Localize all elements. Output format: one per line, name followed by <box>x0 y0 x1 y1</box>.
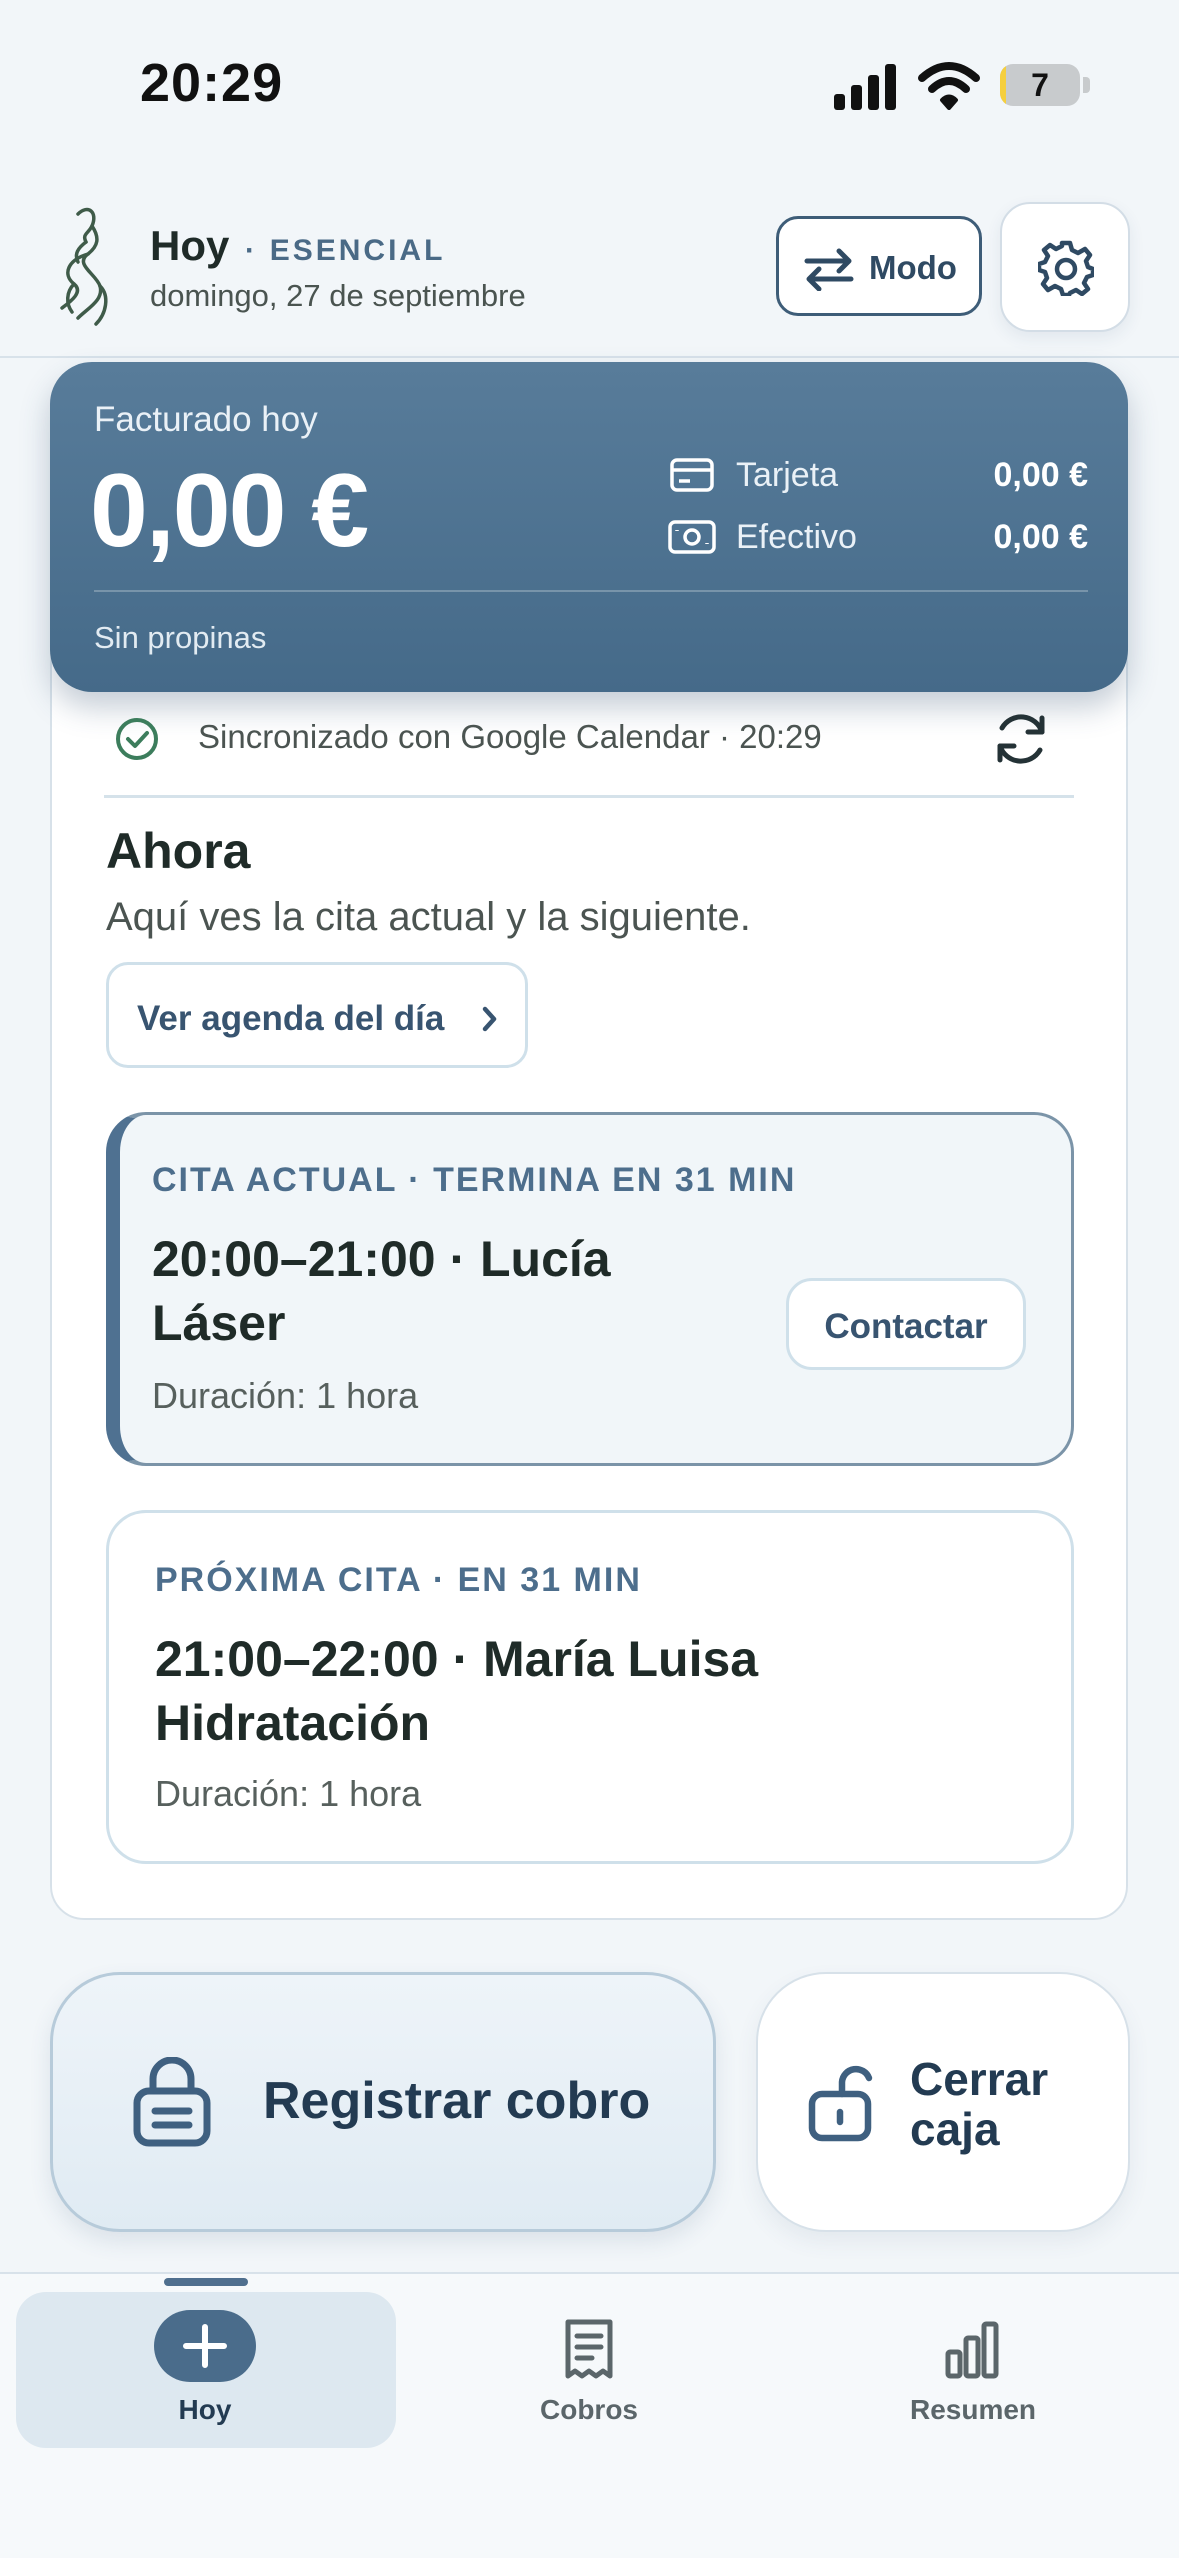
mode-button[interactable]: Modo <box>776 216 982 316</box>
register-payment-button[interactable]: Registrar cobro <box>50 1972 716 2232</box>
close-register-button[interactable]: Cerrar caja <box>756 1972 1130 2232</box>
check-circle-icon <box>116 718 158 760</box>
mode-button-label: Modo <box>869 249 957 286</box>
now-section-title: Ahora <box>106 823 251 879</box>
cash-label: Efectivo <box>736 518 857 556</box>
card-label: Tarjeta <box>736 456 839 494</box>
plan-badge: ESENCIAL <box>269 234 446 267</box>
tab-label-resumen[interactable]: Resumen <box>873 2394 1073 2426</box>
current-appointment-time-client: 20:00–21:00 · Lucía <box>152 1231 611 1287</box>
card-value: 0,00 € <box>993 456 1088 494</box>
cash-icon <box>668 520 716 554</box>
refresh-icon[interactable] <box>990 710 1052 768</box>
current-appointment-duration: Duración: 1 hora <box>152 1375 419 1416</box>
current-appointment-service: Láser <box>152 1295 286 1351</box>
next-appointment-time-client: 21:00–22:00 · María Luisa <box>155 1631 759 1687</box>
earnings-card: Facturado hoy 0,00 € Tarjeta 0,00 € Efec… <box>50 362 1128 692</box>
page-title: Hoy · ESENCIAL <box>150 222 445 270</box>
battery-level: 7 <box>1031 67 1049 103</box>
tips-status: Sin propinas <box>94 620 267 655</box>
battery-indicator: 7 <box>1000 64 1080 106</box>
credit-card-icon <box>670 458 714 492</box>
tab-label-cobros[interactable]: Cobros <box>489 2394 689 2426</box>
sync-divider <box>104 795 1074 798</box>
chevron-right-icon <box>482 1006 497 1032</box>
register-lock-icon <box>133 2057 211 2147</box>
next-appointment-title: 21:00–22:00 · María Luisa Hidratación <box>155 1627 758 1755</box>
bar-chart-icon[interactable] <box>944 2320 1000 2380</box>
status-time: 20:29 <box>140 53 284 113</box>
settings-button[interactable] <box>1000 202 1130 332</box>
plus-icon[interactable] <box>154 2310 256 2382</box>
now-section-subtitle: Aquí ves la cita actual y la siguiente. <box>106 895 751 939</box>
current-date: domingo, 27 de septiembre <box>150 278 526 313</box>
next-appointment-card[interactable]: PRÓXIMA CITA · EN 31 MIN 21:00–22:00 · M… <box>106 1510 1074 1864</box>
next-appointment-duration: Duración: 1 hora <box>155 1773 422 1814</box>
current-appointment-title: 20:00–21:00 · Lucía Láser <box>152 1227 611 1355</box>
cash-value: 0,00 € <box>993 518 1088 556</box>
plus-glyph <box>183 2324 227 2368</box>
gear-icon <box>1038 240 1094 296</box>
contact-button[interactable]: Contactar <box>786 1278 1026 1370</box>
earnings-amount: 0,00 € <box>90 453 369 569</box>
sync-status: Sincronizado con Google Calendar · 20:29 <box>198 718 822 755</box>
swap-arrows-icon <box>804 248 854 291</box>
close-register-line2: caja <box>910 2103 1000 2155</box>
next-appointment-service: Hidratación <box>155 1695 431 1751</box>
close-register-label: Cerrar caja <box>910 2054 1110 2154</box>
current-appointment-tag: CITA ACTUAL · TERMINA EN 31 MIN <box>152 1161 797 1199</box>
tab-label-hoy: Hoy <box>178 2394 232 2425</box>
earnings-divider <box>94 590 1088 592</box>
receipt-icon[interactable] <box>562 2318 616 2382</box>
register-payment-label: Registrar cobro <box>263 2072 651 2130</box>
cellular-signal-icon <box>834 64 896 110</box>
earnings-label: Facturado hoy <box>94 400 318 439</box>
close-register-line1: Cerrar <box>910 2053 1049 2105</box>
logo-icon <box>60 207 108 326</box>
view-agenda-button[interactable]: Ver agenda del día <box>106 962 528 1068</box>
view-agenda-label: Ver agenda del día <box>137 999 445 1038</box>
next-appointment-tag: PRÓXIMA CITA · EN 31 MIN <box>155 1561 642 1599</box>
unlock-icon <box>808 2065 873 2142</box>
wifi-icon <box>918 62 980 110</box>
title-text: Hoy <box>150 222 230 269</box>
contact-button-label: Contactar <box>824 1307 988 1346</box>
title-separator: · <box>245 234 259 267</box>
battery-tip <box>1083 77 1090 93</box>
tab-indicator <box>164 2278 248 2286</box>
